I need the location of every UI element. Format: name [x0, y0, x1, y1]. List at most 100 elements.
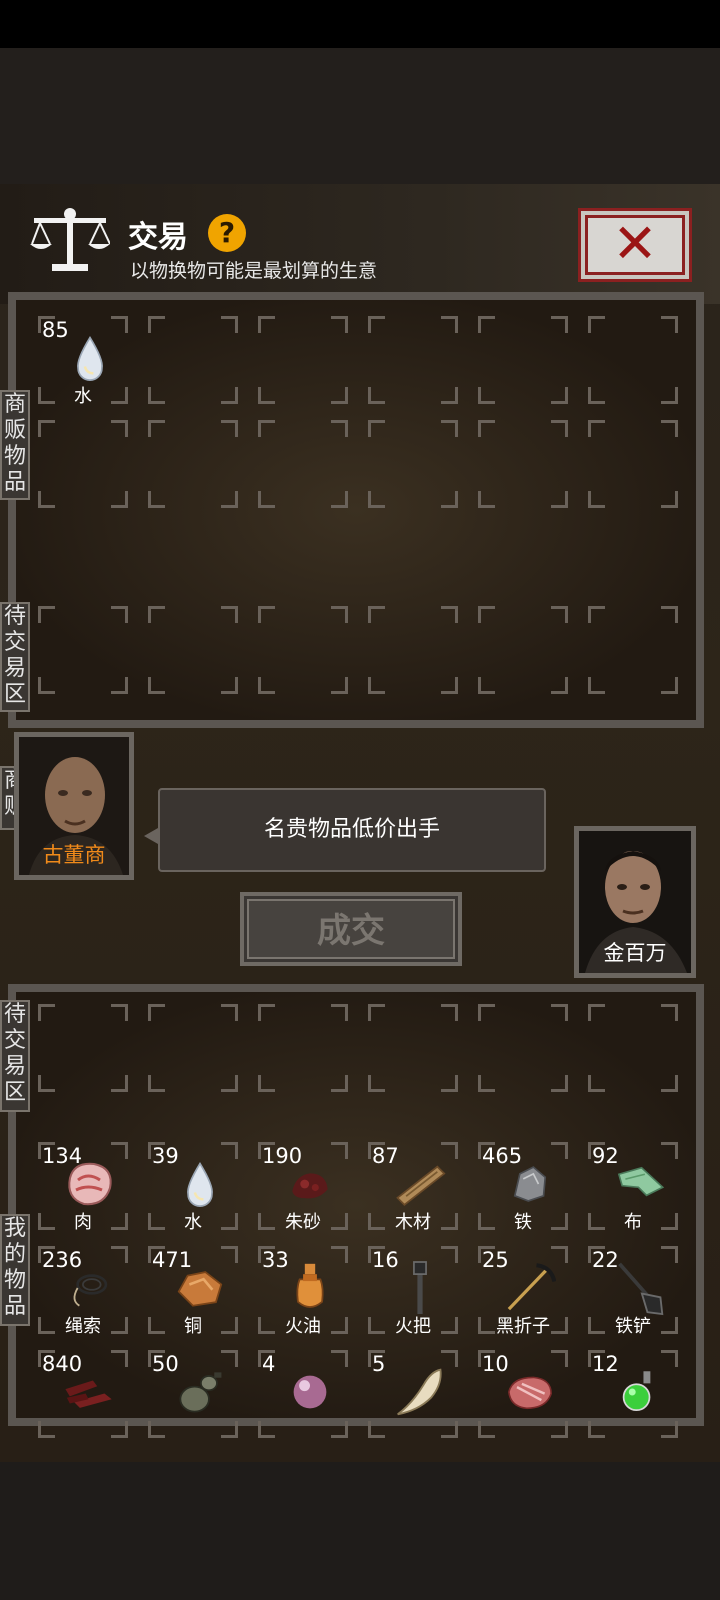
- slot-corner: [258, 316, 275, 333]
- inventory-item-slot[interactable]: 840: [28, 1342, 138, 1446]
- slot-corner: [551, 606, 568, 623]
- item-name: 朱砂: [285, 1212, 321, 1233]
- item-name: 绳索: [65, 1316, 101, 1337]
- merchant-item-slot[interactable]: [138, 308, 248, 412]
- player-pending-slot[interactable]: [578, 996, 688, 1100]
- slot-corner: [478, 491, 495, 508]
- scales-icon: [30, 208, 110, 271]
- inventory-item-slot[interactable]: 92 布: [578, 1134, 688, 1238]
- slot-corner: [368, 316, 385, 333]
- rope-icon: [64, 1262, 116, 1314]
- merchant-item-slot[interactable]: [578, 308, 688, 412]
- slot-corner: [368, 420, 385, 437]
- merchant-pending-grid: [28, 598, 688, 702]
- inventory-item-slot[interactable]: 236 绳索: [28, 1238, 138, 1342]
- item-count: 4: [262, 1352, 276, 1376]
- merchant-item-slot[interactable]: [28, 412, 138, 516]
- merchant-item-slot[interactable]: [468, 412, 578, 516]
- close-button[interactable]: ✕: [578, 208, 692, 282]
- player-pending-label: 待交易区: [0, 1000, 30, 1112]
- merchant-item-slot[interactable]: [248, 412, 358, 516]
- slot-corner: [588, 491, 605, 508]
- inventory-grid: 134 肉 39 水 190 朱砂 87 木材 465 铁 92 布 236 绳索 471 铜 33 火油 16 火把…: [28, 1134, 688, 1446]
- inventory-label: 我的物品: [0, 1214, 30, 1326]
- merchant-portrait[interactable]: 古董商: [14, 732, 134, 880]
- water-drop-icon: [64, 332, 116, 384]
- player-pending-slot[interactable]: [248, 996, 358, 1100]
- inventory-item-slot[interactable]: 10: [468, 1342, 578, 1446]
- inventory-item-slot[interactable]: 134 肉: [28, 1134, 138, 1238]
- slot-corner: [478, 606, 495, 623]
- player-pending-slot[interactable]: [28, 996, 138, 1100]
- slot-corner: [661, 1142, 678, 1159]
- slot-corner: [588, 1004, 605, 1021]
- slot-corner: [368, 1075, 385, 1092]
- player-pending-slot[interactable]: [468, 996, 578, 1100]
- slot-corner: [588, 1075, 605, 1092]
- merchant-item-slot[interactable]: [468, 308, 578, 412]
- merchant-item-slot[interactable]: [358, 412, 468, 516]
- slot-corner: [148, 1421, 165, 1438]
- merchant-item-slot[interactable]: 85 水: [28, 308, 138, 412]
- merchant-item-slot[interactable]: [138, 412, 248, 516]
- inventory-item-slot[interactable]: 12: [578, 1342, 688, 1446]
- slot-corner: [111, 1350, 128, 1367]
- item-name: 水: [74, 386, 92, 407]
- merchant-item-slot[interactable]: [578, 412, 688, 516]
- slot-corner: [258, 1004, 275, 1021]
- slot-corner: [331, 387, 348, 404]
- slot-corner: [441, 606, 458, 623]
- player-pending-grid: [28, 996, 688, 1100]
- item-name: 火把: [395, 1316, 431, 1337]
- inventory-item-slot[interactable]: 16 火把: [358, 1238, 468, 1342]
- slot-corner: [588, 677, 605, 694]
- merchant-pending-slot[interactable]: [28, 598, 138, 702]
- inventory-item-slot[interactable]: 33 火油: [248, 1238, 358, 1342]
- slot-corner: [551, 316, 568, 333]
- slot-corner: [368, 1004, 385, 1021]
- slot-corner: [258, 606, 275, 623]
- slot-corner: [588, 387, 605, 404]
- inventory-item-slot[interactable]: 50: [138, 1342, 248, 1446]
- inventory-item-slot[interactable]: 4: [248, 1342, 358, 1446]
- inventory-item-slot[interactable]: 190 朱砂: [248, 1134, 358, 1238]
- merchant-pending-slot[interactable]: [248, 598, 358, 702]
- player-pending-slot[interactable]: [138, 996, 248, 1100]
- inventory-item-slot[interactable]: 22 铁铲: [578, 1238, 688, 1342]
- copper-ore-icon: [174, 1262, 226, 1314]
- slot-corner: [661, 677, 678, 694]
- slot-corner: [258, 387, 275, 404]
- slot-corner: [551, 491, 568, 508]
- slot-corner: [478, 420, 495, 437]
- help-icon[interactable]: ?: [208, 214, 246, 252]
- merchant-pending-slot[interactable]: [578, 598, 688, 702]
- player-pending-slot[interactable]: [358, 996, 468, 1100]
- slot-corner: [258, 1075, 275, 1092]
- merchant-pending-slot[interactable]: [138, 598, 248, 702]
- inventory-item-slot[interactable]: 5: [358, 1342, 468, 1446]
- inventory-item-slot[interactable]: 39 水: [138, 1134, 248, 1238]
- slot-corner: [441, 387, 458, 404]
- merchant-pending-slot[interactable]: [468, 598, 578, 702]
- player-portrait[interactable]: 金百万: [574, 826, 696, 978]
- slot-corner: [441, 420, 458, 437]
- merchant-item-slot[interactable]: [358, 308, 468, 412]
- slot-corner: [661, 491, 678, 508]
- deal-button[interactable]: 成交: [240, 892, 462, 966]
- slot-corner: [258, 677, 275, 694]
- slot-corner: [111, 1142, 128, 1159]
- inventory-item-slot[interactable]: 471 铜: [138, 1238, 248, 1342]
- slot-corner: [441, 1075, 458, 1092]
- item-name: 火油: [285, 1316, 321, 1337]
- merchant-pending-slot[interactable]: [358, 598, 468, 702]
- slot-corner: [221, 1142, 238, 1159]
- inventory-item-slot[interactable]: 25 黑折子: [468, 1238, 578, 1342]
- inventory-item-slot[interactable]: 465 铁: [468, 1134, 578, 1238]
- slot-corner: [331, 1350, 348, 1367]
- inventory-item-slot[interactable]: 87 木材: [358, 1134, 468, 1238]
- merchant-pending-label: 待交易区: [0, 602, 30, 712]
- slot-corner: [111, 491, 128, 508]
- slot-corner: [148, 1004, 165, 1021]
- slot-corner: [111, 316, 128, 333]
- merchant-item-slot[interactable]: [248, 308, 358, 412]
